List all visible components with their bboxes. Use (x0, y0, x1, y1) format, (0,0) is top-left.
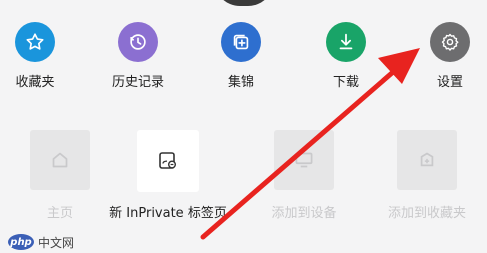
home-icon (30, 130, 90, 190)
collections-button[interactable]: 集锦 (201, 22, 281, 92)
gear-icon (430, 22, 470, 62)
collections-icon (221, 22, 261, 62)
star-icon (15, 22, 55, 62)
collections-label: 集锦 (227, 75, 254, 90)
new-inprivate-tab-button[interactable]: 新 InPrivate 标签页 (109, 130, 227, 223)
home-label: 主页 (46, 206, 73, 221)
downloads-button[interactable]: 下载 (306, 22, 386, 92)
history-label: 历史记录 (111, 75, 164, 90)
site-watermark: php 中文网 (8, 232, 74, 252)
favorites-button[interactable]: 收藏夹 (0, 22, 75, 92)
home-button: 主页 (16, 130, 104, 221)
add-to-favorites-label: 添加到收藏夹 (387, 206, 466, 221)
download-icon (326, 22, 366, 62)
inprivate-tab-label: 新 InPrivate 标签页 (109, 206, 227, 221)
history-icon (118, 22, 158, 62)
add-to-favorites-button: 添加到收藏夹 (372, 130, 482, 221)
inprivate-tab-icon (137, 130, 199, 192)
add-to-device-label: 添加到设备 (271, 206, 337, 221)
php-logo: php (8, 234, 34, 250)
device-icon (274, 130, 334, 190)
history-button[interactable]: 历史记录 (98, 22, 178, 92)
favorites-label: 收藏夹 (15, 75, 55, 90)
quick-actions-row: 收藏夹 历史记录 集锦 下载 设置 (0, 0, 487, 100)
watermark-text: 中文网 (38, 235, 75, 250)
settings-button[interactable]: 设置 (410, 22, 487, 92)
settings-label: 设置 (436, 75, 463, 90)
favorite-add-icon (397, 130, 457, 190)
downloads-label: 下载 (332, 75, 359, 90)
add-to-device-button: 添加到设备 (254, 130, 354, 221)
